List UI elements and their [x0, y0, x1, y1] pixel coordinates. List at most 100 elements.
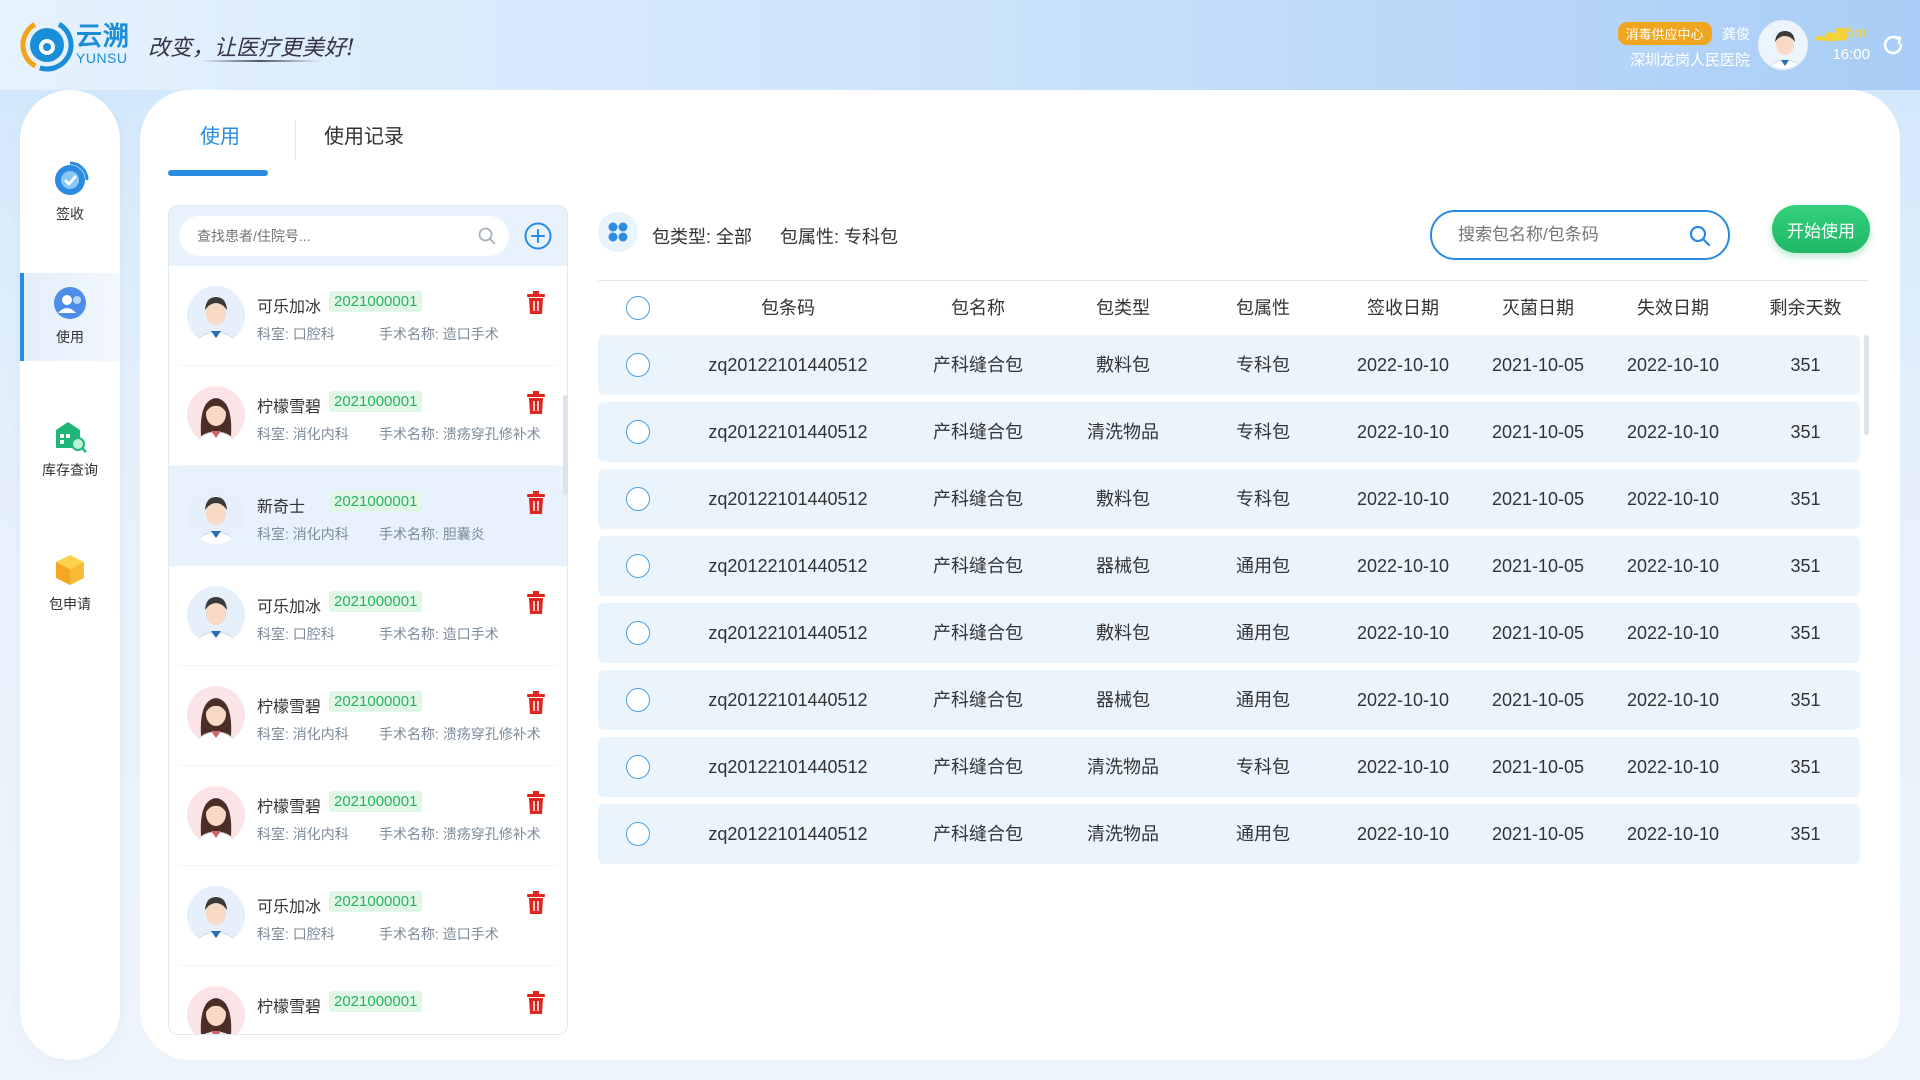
delete-icon[interactable]	[525, 891, 547, 915]
table-row[interactable]: zq20122101440512 产科缝合包 器械包 通用包 2022-10-10 202…	[598, 536, 1860, 596]
col-pkg-type-cell: 敷料包	[1096, 355, 1150, 375]
main-panel: 使用 使用记录 可乐加冰 2021000001 科室: 口腔科 手术名称: 造口…	[140, 90, 1900, 1060]
yunsu-logo-icon	[20, 18, 74, 72]
sidebar-item-use[interactable]: 使用	[20, 273, 120, 361]
col-sign-date-cell: 2022-10-10	[1356, 556, 1450, 576]
patient-search-input[interactable]	[197, 216, 467, 256]
sidebar-label-sign: 签收	[56, 206, 84, 222]
sidebar-item-pkg-apply[interactable]: 包申请	[20, 540, 120, 628]
search-icon[interactable]	[1688, 224, 1712, 248]
delete-icon[interactable]	[525, 391, 547, 415]
table-row[interactable]: zq20122101440512 产科缝合包 敷料包 通用包 2022-10-10 202…	[598, 603, 1860, 663]
tab-use[interactable]: 使用	[200, 120, 240, 149]
col-sterilize-date-cell: 2021-10-05	[1491, 690, 1585, 710]
col-barcode-cell: zq20122101440512	[708, 757, 868, 777]
sign-receive-icon	[55, 161, 89, 195]
col-barcode-cell: zq20122101440512	[708, 690, 868, 710]
sidebar-item-sign[interactable]: 签收	[20, 150, 120, 238]
col-remaining-days-cell: 351	[1790, 623, 1821, 643]
col-remaining-days-cell: 351	[1790, 824, 1821, 844]
col-barcode-cell: zq20122101440512	[708, 556, 868, 576]
patient-name: 柠檬雪碧	[257, 399, 322, 416]
table-row[interactable]: zq20122101440512 产科缝合包 清洗物品 专科包 2022-10-10 20…	[598, 737, 1860, 797]
select-all-radio[interactable]	[626, 296, 650, 320]
col-pkg-attr-cell: 通用包	[1236, 556, 1290, 576]
pkg-search-input[interactable]	[1458, 212, 1688, 258]
patient-dept: 科室: 消化内科	[257, 726, 349, 742]
delete-icon[interactable]	[525, 991, 547, 1015]
col-pkg-type-cell: 器械包	[1096, 690, 1150, 710]
delete-icon[interactable]	[525, 491, 547, 515]
table-row[interactable]: zq20122101440512 产科缝合包 清洗物品 专科包 2022-10-10 20…	[598, 402, 1860, 462]
brand-name-cn: 云溯	[76, 21, 131, 51]
patient-item[interactable]: 新奇士 2021000001 科室: 消化内科 手术名称: 胆囊炎	[169, 466, 567, 566]
delete-icon[interactable]	[525, 591, 547, 615]
patient-item[interactable]: 柠檬雪碧 2021000001 科室: 消化内科 手术名称: 溃疡穿孔修补术	[179, 366, 557, 466]
patient-item[interactable]: 柠檬雪碧 2021000001	[179, 966, 557, 1034]
sidebar-item-inventory[interactable]: 库存查询	[20, 406, 120, 494]
tab-separator	[295, 120, 296, 160]
col-sterilize-date-cell: 2021-10-05	[1491, 824, 1585, 844]
col-pkg-type-cell: 清洗物品	[1087, 824, 1159, 844]
patient-item[interactable]: 可乐加冰 2021000001 科室: 口腔科 手术名称: 造口手术	[179, 566, 557, 666]
col-pkg-attr-header: 包属性	[1236, 298, 1290, 318]
filter-pkg-type[interactable]: 包类型: 全部	[652, 223, 752, 249]
col-expire-date-cell: 2022-10-10	[1626, 422, 1720, 442]
table-row[interactable]: zq20122101440512 产科缝合包 敷料包 专科包 2022-10-10 202…	[598, 469, 1860, 529]
male-avatar-icon	[187, 286, 245, 344]
filter-pkg-attr[interactable]: 包属性: 专科包	[780, 223, 898, 249]
male-avatar-icon	[187, 886, 245, 944]
row-select-radio[interactable]	[626, 688, 650, 712]
col-sign-date-cell: 2022-10-10	[1356, 422, 1450, 442]
row-select-radio[interactable]	[626, 554, 650, 578]
active-tab-indicator	[168, 170, 268, 176]
table-row[interactable]: zq20122101440512 产科缝合包 敷料包 专科包 2022-10-10 202…	[598, 335, 1860, 395]
patient-id-badge: 2021000001	[329, 791, 423, 812]
col-expire-date-cell: 2022-10-10	[1626, 757, 1720, 777]
female-avatar-icon	[187, 686, 245, 744]
filter-button[interactable]	[598, 212, 638, 252]
col-expire-date-cell: 2022-10-10	[1626, 489, 1720, 509]
col-pkg-type-header: 包类型	[1096, 298, 1150, 318]
patient-item[interactable]: 柠檬雪碧 2021000001 科室: 消化内科 手术名称: 溃疡穿孔修补术	[179, 766, 557, 866]
col-pkg-attr-cell: 通用包	[1236, 623, 1290, 643]
col-remaining-days-cell: 351	[1790, 355, 1821, 375]
delete-icon[interactable]	[525, 791, 547, 815]
row-select-radio[interactable]	[626, 487, 650, 511]
delete-icon[interactable]	[525, 691, 547, 715]
row-select-radio[interactable]	[626, 621, 650, 645]
col-pkg-name-cell: 产科缝合包	[933, 489, 1023, 509]
search-icon[interactable]	[477, 226, 497, 246]
patient-item[interactable]: 可乐加冰 2021000001 科室: 口腔科 手术名称: 造口手术	[179, 266, 557, 366]
table-scrollbar[interactable]	[1864, 335, 1869, 435]
patient-name: 柠檬雪碧	[257, 999, 322, 1016]
patient-item[interactable]: 柠檬雪碧 2021000001 科室: 消化内科 手术名称: 溃疡穿孔修补术	[179, 666, 557, 766]
dept-badge: 消毒供应中心	[1617, 22, 1712, 45]
patient-item[interactable]: 可乐加冰 2021000001 科室: 口腔科 手术名称: 造口手术	[179, 866, 557, 966]
user-avatar[interactable]	[1758, 20, 1808, 70]
patient-dept: 科室: 口腔科	[257, 626, 335, 642]
female-avatar-icon	[187, 786, 245, 844]
patient-panel: 可乐加冰 2021000001 科室: 口腔科 手术名称: 造口手术 柠檬雪碧 …	[168, 205, 568, 1035]
row-select-radio[interactable]	[626, 822, 650, 846]
row-select-radio[interactable]	[626, 755, 650, 779]
row-select-radio[interactable]	[626, 353, 650, 377]
patient-operation: 手术名称: 造口手术	[379, 626, 499, 642]
col-pkg-attr-cell: 专科包	[1236, 422, 1290, 442]
col-sign-date-cell: 2022-10-10	[1356, 757, 1450, 777]
pkg-search-box	[1430, 210, 1730, 260]
col-expire-date-cell: 2022-10-10	[1626, 556, 1720, 576]
col-pkg-name-cell: 产科缝合包	[933, 623, 1023, 643]
start-use-button[interactable]: 开始使用	[1772, 205, 1870, 253]
patient-list-scrollbar[interactable]	[563, 395, 568, 495]
table-row[interactable]: zq20122101440512 产科缝合包 清洗物品 通用包 2022-10-10 20…	[598, 804, 1860, 864]
delete-icon[interactable]	[525, 291, 547, 315]
col-pkg-attr-cell: 通用包	[1236, 824, 1290, 844]
sidebar-label-inventory: 库存查询	[42, 462, 98, 478]
patient-operation: 手术名称: 胆囊炎	[379, 526, 485, 542]
row-select-radio[interactable]	[626, 420, 650, 444]
table-row[interactable]: zq20122101440512 产科缝合包 器械包 通用包 2022-10-10 202…	[598, 670, 1860, 730]
add-patient-icon[interactable]	[523, 221, 553, 251]
refresh-icon[interactable]	[1880, 32, 1906, 58]
tab-use-record[interactable]: 使用记录	[324, 120, 404, 149]
